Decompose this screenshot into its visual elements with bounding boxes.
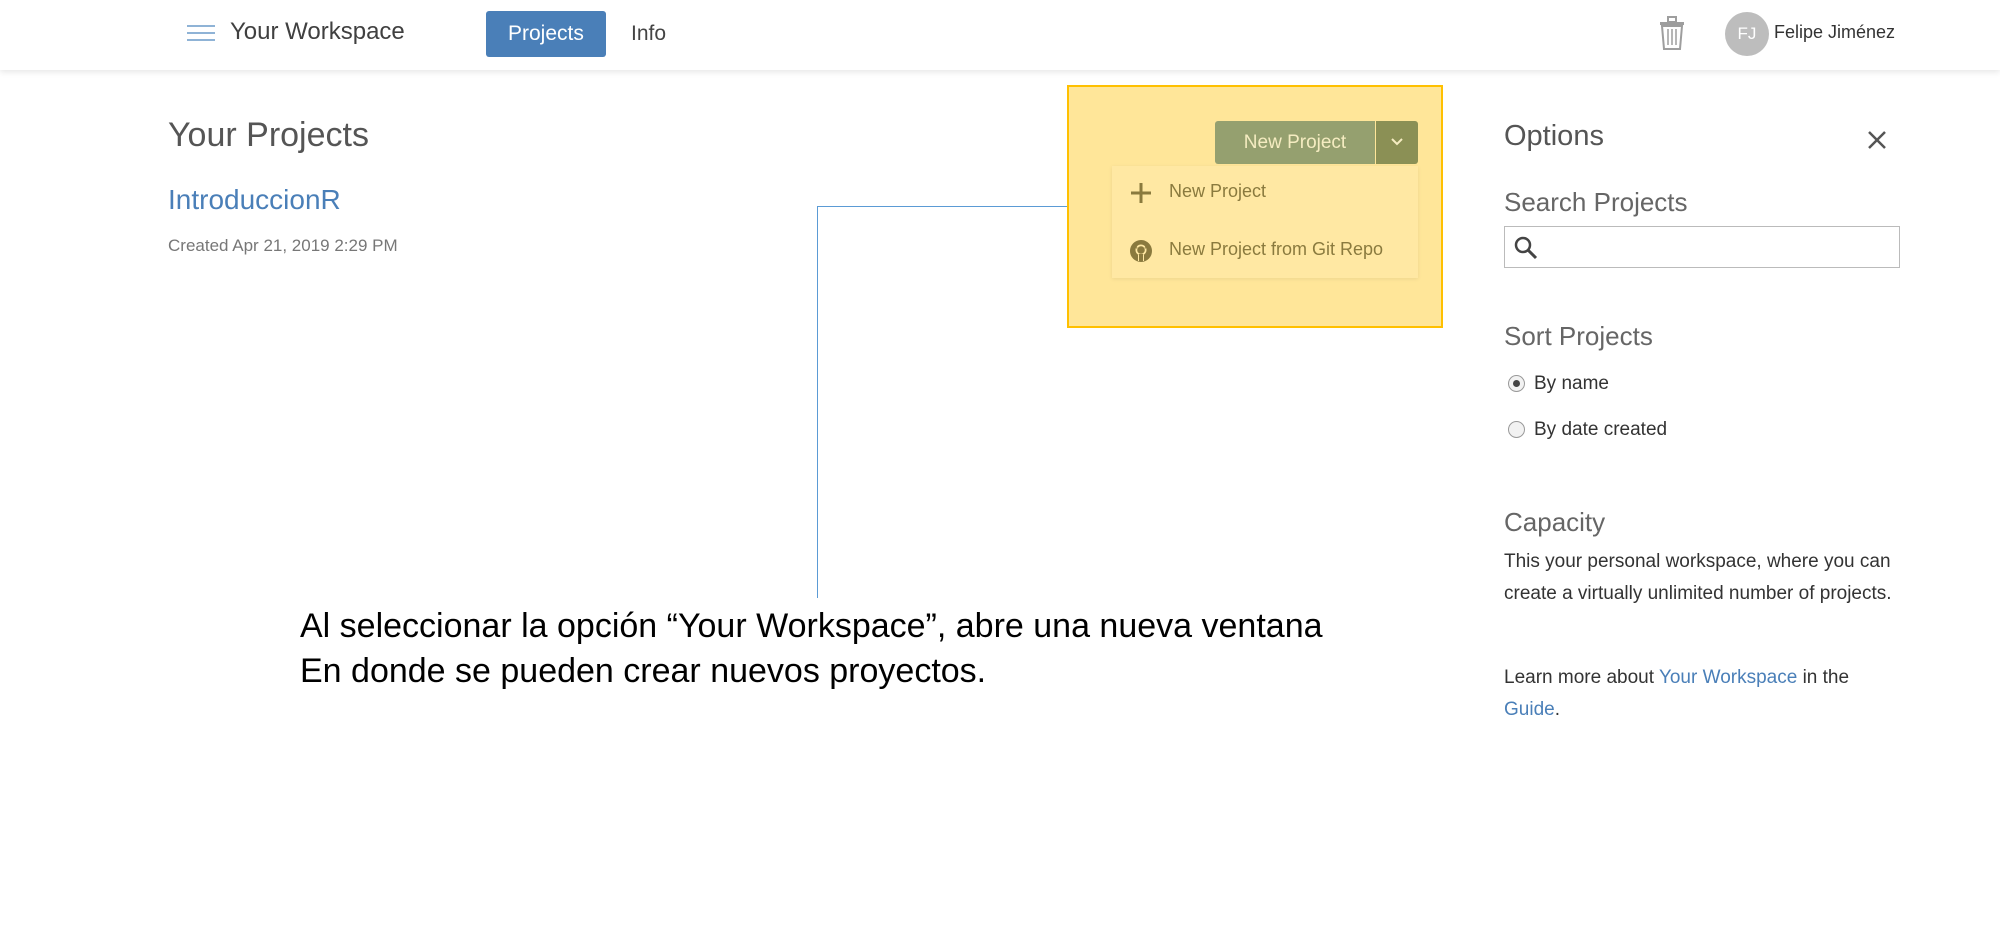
annotation-line-2: En donde se pueden crear nuevos proyecto…: [300, 652, 987, 690]
sort-projects-heading: Sort Projects: [1504, 321, 1653, 351]
new-project-dropdown-toggle[interactable]: [1376, 121, 1418, 164]
annotation-line-1: Al seleccionar la opción “Your Workspace…: [300, 607, 1323, 645]
radio-label: By name: [1534, 373, 1609, 394]
close-icon[interactable]: [1862, 125, 1892, 155]
new-project-button[interactable]: New Project: [1215, 121, 1375, 164]
menu-item-new-project[interactable]: New Project: [1112, 168, 1418, 216]
search-icon: [1514, 236, 1538, 260]
page-title: Your Projects: [168, 116, 369, 154]
tab-projects[interactable]: Projects: [486, 11, 606, 57]
top-navigation-bar: Your Workspace Projects Info FJ Felipe J…: [0, 0, 2000, 70]
workspace-title: Your Workspace: [230, 18, 405, 45]
trash-icon[interactable]: [1657, 15, 1687, 51]
search-input[interactable]: [1545, 231, 1885, 263]
annotation-connector-line: [817, 206, 818, 598]
capacity-heading: Capacity: [1504, 507, 1606, 537]
your-workspace-link[interactable]: Your Workspace: [1659, 667, 1797, 688]
menu-item-label: New Project from Git Repo: [1169, 239, 1384, 259]
hamburger-icon[interactable]: [187, 25, 215, 43]
plus-icon: [1128, 180, 1154, 206]
menu-item-label: New Project: [1169, 181, 1267, 201]
annotation-connector-line: [817, 206, 1067, 207]
github-icon: [1128, 238, 1154, 264]
learn-more-text: Learn more about Your Workspace in the G…: [1504, 667, 1850, 720]
radio-by-name[interactable]: [1508, 375, 1525, 392]
user-avatar[interactable]: FJ: [1725, 12, 1769, 56]
guide-link[interactable]: Guide: [1504, 699, 1555, 720]
search-projects-field[interactable]: [1504, 226, 1900, 268]
radio-by-date[interactable]: [1508, 421, 1525, 438]
chevron-down-icon: [1391, 138, 1403, 146]
search-projects-heading: Search Projects: [1504, 187, 1688, 217]
user-name[interactable]: Felipe Jiménez: [1774, 22, 1895, 43]
tab-info[interactable]: Info: [609, 11, 688, 57]
project-created-date: Created Apr 21, 2019 2:29 PM: [168, 236, 398, 255]
options-title: Options: [1504, 120, 1604, 152]
radio-label: By date created: [1534, 419, 1668, 440]
menu-item-new-project-git[interactable]: New Project from Git Repo: [1112, 226, 1418, 274]
new-project-menu: New Project New Project from Git Repo: [1112, 166, 1418, 278]
annotation-caption: Al seleccionar la opción “Your Workspace…: [300, 604, 1323, 694]
project-link[interactable]: IntroduccionR: [168, 184, 341, 216]
capacity-description: This your personal workspace, where you …: [1504, 551, 1892, 604]
